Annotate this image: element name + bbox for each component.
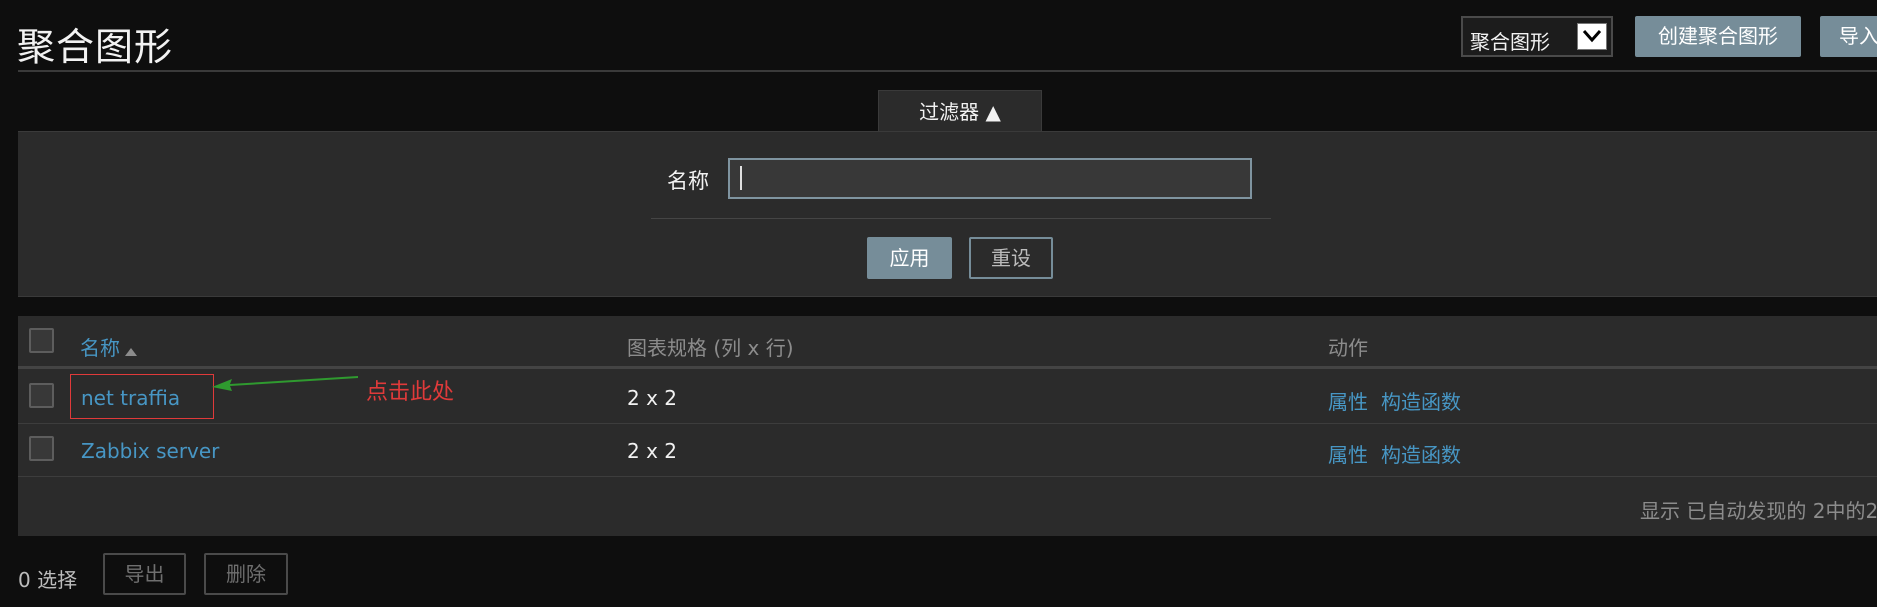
selected-count: 0 选择	[18, 568, 78, 592]
column-header-actions: 动作	[1328, 336, 1368, 360]
column-header-name[interactable]: 名称	[80, 332, 138, 362]
row-checkbox[interactable]	[29, 383, 54, 408]
filter-tab[interactable]: 过滤器 ▲	[878, 90, 1042, 132]
row-divider	[18, 476, 1877, 477]
row-divider	[18, 423, 1877, 424]
apply-button[interactable]: 应用	[867, 237, 952, 279]
column-header-size: 图表规格 (列 x 行)	[627, 336, 794, 360]
table-header-divider	[18, 366, 1877, 369]
screens-table	[18, 316, 1877, 536]
select-all-checkbox[interactable]	[29, 328, 54, 353]
properties-link[interactable]: 属性	[1328, 439, 1368, 468]
view-select[interactable]: 聚合图形	[1461, 16, 1613, 57]
screen-size-cell: 2 x 2	[627, 439, 677, 463]
view-select-value: 聚合图形	[1470, 30, 1550, 54]
table-footer-info: 显示 已自动发现的 2中的2	[1640, 499, 1877, 523]
delete-button[interactable]: 删除	[204, 553, 288, 595]
text-caret	[740, 166, 742, 190]
export-button[interactable]: 导出	[103, 553, 186, 595]
properties-link[interactable]: 属性	[1328, 386, 1368, 415]
screen-name-link[interactable]: Zabbix server	[81, 439, 219, 463]
reset-button[interactable]: 重设	[969, 237, 1053, 279]
create-screen-button[interactable]: 创建聚合图形	[1635, 16, 1801, 57]
import-button[interactable]: 导入	[1820, 16, 1877, 57]
header-divider	[18, 70, 1877, 72]
column-header-name-label: 名称	[80, 336, 120, 360]
sort-ascending-icon	[124, 338, 138, 362]
annotation-arrow-icon	[212, 376, 358, 391]
constructor-link[interactable]: 构造函数	[1381, 386, 1461, 415]
page-title: 聚合图形	[17, 25, 174, 69]
chevron-down-icon[interactable]	[1577, 23, 1607, 50]
constructor-link[interactable]: 构造函数	[1381, 439, 1461, 468]
annotation-text: 点击此处	[366, 380, 455, 405]
screen-name-link[interactable]: net traffia	[81, 386, 180, 410]
screen-size-cell: 2 x 2	[627, 386, 677, 410]
filter-divider	[651, 218, 1271, 219]
filter-name-input[interactable]	[728, 158, 1252, 199]
row-checkbox[interactable]	[29, 436, 54, 461]
filter-name-label: 名称	[667, 169, 709, 193]
